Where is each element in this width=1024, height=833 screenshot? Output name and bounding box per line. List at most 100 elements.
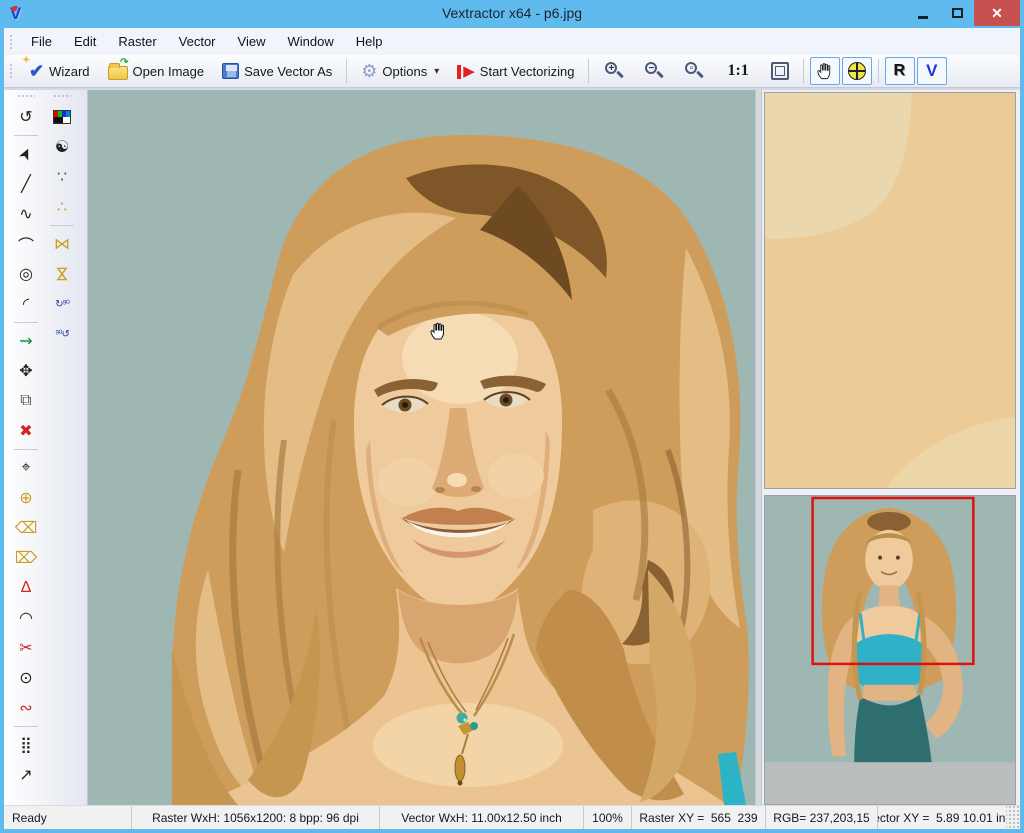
rotate-90-cw-button[interactable]: ↻⁹⁰	[48, 290, 76, 318]
save-icon	[222, 63, 239, 79]
draw-polyline-tool[interactable]: ∿	[12, 200, 40, 228]
panel-splitter[interactable]	[755, 90, 762, 805]
menu-view[interactable]: View	[227, 30, 277, 53]
draw-circle-tool[interactable]: ◎	[12, 260, 40, 288]
chevron-down-icon: ▾	[434, 66, 439, 77]
options-button[interactable]: ⚙ Options ▾	[352, 57, 448, 85]
raster-image	[88, 90, 755, 805]
maximize-button[interactable]	[940, 0, 974, 26]
menu-edit[interactable]: Edit	[63, 30, 107, 53]
minimize-icon	[918, 16, 928, 19]
menubar-grip[interactable]	[9, 34, 14, 50]
one-to-one-icon: 1:1	[723, 62, 752, 80]
move-node-snap-tool[interactable]: ⊕	[12, 484, 40, 512]
fit-icon	[771, 62, 789, 80]
zoom-view-panel[interactable]	[764, 92, 1016, 489]
menu-raster[interactable]: Raster	[107, 30, 167, 53]
erase-node-tool[interactable]: ⌫	[12, 514, 40, 542]
tools-separator	[14, 726, 38, 727]
zoom-in-icon: +	[603, 60, 625, 82]
draw-arc-tool[interactable]: ◜	[12, 290, 40, 318]
maximize-icon	[952, 8, 963, 18]
tools-separator	[14, 322, 38, 323]
zoom-out-button[interactable]: −	[634, 57, 674, 85]
erase-segment-tool[interactable]: ⌦	[12, 544, 40, 572]
toolbar-grip[interactable]	[9, 63, 14, 79]
toolbar-separator	[878, 59, 879, 83]
open-folder-icon	[108, 66, 128, 80]
add-circle-node-tool[interactable]: ⊙	[12, 664, 40, 692]
wizard-button[interactable]: ✔✦ Wizard	[20, 57, 99, 85]
save-vector-button[interactable]: Save Vector As	[213, 57, 341, 85]
menu-window[interactable]: Window	[276, 30, 344, 53]
title-bar[interactable]: V Vextractor x64 - p6.jpg ✕	[0, 0, 1024, 28]
tools-grip[interactable]	[17, 94, 35, 99]
close-button[interactable]: ✕	[974, 0, 1020, 26]
menu-bar: File Edit Raster Vector View Window Help	[4, 28, 1020, 55]
remove-dots-button[interactable]: ∴	[48, 193, 76, 221]
status-vector-size: Vector WxH: 11.00x12.50 inch	[380, 806, 584, 829]
select-tool[interactable]: ➤	[12, 140, 40, 168]
toolbar-separator	[588, 59, 589, 83]
status-bar: Ready Raster WxH: 1056x1200: 8 bpp: 96 d…	[4, 805, 1020, 829]
resize-grip[interactable]	[1006, 806, 1020, 829]
color-palette-icon	[53, 110, 71, 124]
move-node-tool[interactable]: ⌖	[12, 454, 40, 482]
overview-thumbnail	[765, 496, 1015, 804]
zoom-window-button[interactable]: ▫	[674, 57, 714, 85]
edit-curve-tool[interactable]: ⌒	[12, 230, 40, 258]
open-image-button[interactable]: Open Image	[99, 57, 214, 85]
copy-object-tool[interactable]: ⧉	[12, 387, 40, 415]
add-arc-node-tool[interactable]: ◠	[12, 604, 40, 632]
trace-line-tool[interactable]: ⇝	[12, 327, 40, 355]
actual-size-button[interactable]: 1:1	[714, 57, 761, 85]
menu-vector[interactable]: Vector	[168, 30, 227, 53]
open-image-label: Open Image	[133, 64, 205, 79]
status-ready: Ready	[4, 806, 132, 829]
tools-separator	[50, 225, 74, 226]
minimize-button[interactable]	[906, 0, 940, 26]
status-vector-xy: Vector XY = 5.89 10.01 inch	[878, 806, 1006, 829]
add-segment-node-tool[interactable]: ∾	[12, 694, 40, 722]
window-title: Vextractor x64 - p6.jpg	[0, 5, 1024, 21]
wizard-label: Wizard	[49, 64, 89, 79]
center-view-button[interactable]	[842, 57, 872, 85]
menu-help[interactable]: Help	[345, 30, 394, 53]
menu-file[interactable]: File	[20, 30, 63, 53]
zoom-window-icon: ▫	[683, 60, 705, 82]
despeckle-button[interactable]: ∵	[48, 163, 76, 191]
raster-canvas[interactable]	[88, 90, 755, 805]
pick-point-tool[interactable]: ↗	[12, 761, 40, 789]
zoom-in-button[interactable]: +	[594, 57, 634, 85]
cut-object-tool[interactable]: ✂	[12, 634, 40, 662]
grid-points-tool[interactable]: ⣿	[12, 731, 40, 759]
delete-object-button[interactable]: ✖	[12, 417, 40, 445]
side-panels	[762, 90, 1020, 805]
rotate-90-ccw-button[interactable]: ⁹⁰↺	[48, 320, 76, 348]
add-polyline-node-tool[interactable]: ∆	[12, 574, 40, 602]
draw-line-tool[interactable]: ╱	[12, 170, 40, 198]
tools-separator	[14, 135, 38, 136]
toolbar-separator	[803, 59, 804, 83]
pan-tool-button[interactable]	[810, 57, 840, 85]
start-play-icon: ▶	[457, 62, 475, 80]
show-raster-button[interactable]: R	[885, 57, 915, 85]
color-reduction-button[interactable]	[48, 103, 76, 131]
invert-colors-button[interactable]: ☯	[48, 133, 76, 161]
zoom-view-image	[765, 93, 1015, 488]
fit-to-window-button[interactable]	[762, 57, 798, 85]
show-vector-button[interactable]: V	[917, 57, 947, 85]
wizard-icon: ✔✦	[29, 61, 44, 82]
flip-vertical-button[interactable]: ⋈	[48, 260, 76, 288]
start-vectorizing-button[interactable]: ▶ Start Vectorizing	[448, 57, 583, 85]
undo-button[interactable]: ↺	[12, 103, 40, 131]
status-rgb-value: RGB= 237,203,15	[766, 806, 878, 829]
move-object-tool[interactable]: ✥	[12, 357, 40, 385]
flip-horizontal-button[interactable]: ⋈	[48, 230, 76, 258]
overview-panel[interactable]	[764, 495, 1016, 805]
star-icon: ✦	[22, 55, 30, 66]
status-raster-xy: Raster XY = 565 239	[632, 806, 766, 829]
gear-icon: ⚙	[361, 61, 377, 82]
tools-grip[interactable]	[53, 94, 71, 99]
toolbar-separator	[346, 59, 347, 83]
